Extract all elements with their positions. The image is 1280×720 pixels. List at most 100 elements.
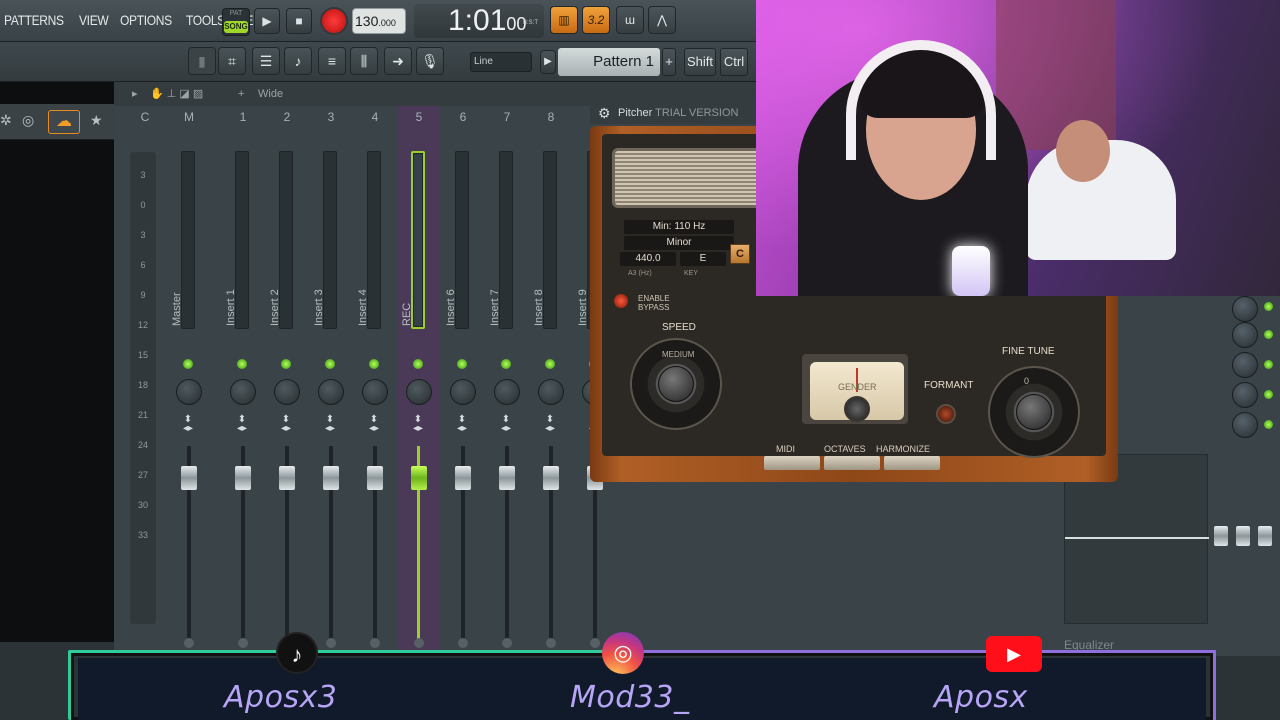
send-knob[interactable] xyxy=(1232,382,1258,408)
send-knob[interactable] xyxy=(1232,352,1258,378)
mixer-strip-insert-5[interactable]: 5 REC ⬍ ◂▸ xyxy=(398,106,440,652)
gender-knob[interactable] xyxy=(844,396,870,422)
strip-stereo-arrows-icon[interactable]: ⬍◂▸ xyxy=(542,415,558,434)
strip-enable-led[interactable] xyxy=(501,359,511,369)
strip-pan-knob[interactable] xyxy=(450,379,476,405)
pattern-selector[interactable]: Pattern 1 xyxy=(558,48,660,76)
recording-button[interactable]: 🎙 xyxy=(416,47,444,75)
wait-input-button[interactable]: ⋀ xyxy=(648,6,676,34)
mixer-strip-insert-3[interactable]: 3 Insert 3 ⬍ ◂▸ xyxy=(310,106,352,652)
min-frequency-field[interactable]: Min: 110 Hz xyxy=(624,220,734,234)
send-knob[interactable] xyxy=(1232,412,1258,438)
formant-knob[interactable] xyxy=(936,404,956,424)
strip-enable-led[interactable] xyxy=(545,359,555,369)
midi-switch[interactable] xyxy=(764,456,820,470)
strip-route-button[interactable] xyxy=(458,638,468,648)
draw-mode-select[interactable]: Line xyxy=(470,52,532,72)
send-knob[interactable] xyxy=(1232,322,1258,348)
menu-patterns[interactable]: PATTERNS xyxy=(4,12,64,28)
strip-name[interactable]: Master xyxy=(171,292,183,326)
strip-pan-knob[interactable] xyxy=(176,379,202,405)
strip-route-button[interactable] xyxy=(238,638,248,648)
strip-enable-led[interactable] xyxy=(281,359,291,369)
template-button[interactable]: ▮ xyxy=(188,47,216,75)
snap-button[interactable]: ⌗ xyxy=(218,47,246,75)
shift-button[interactable]: Shift xyxy=(684,48,716,76)
mixer-strip-master[interactable]: M Master ⬍ ◂▸ xyxy=(168,106,210,652)
strip-stereo-arrows-icon[interactable]: ⬍◂▸ xyxy=(454,415,470,434)
strip-volume-fader[interactable] xyxy=(499,466,515,490)
eq-band-fader[interactable] xyxy=(1236,526,1250,546)
speed-knob[interactable]: MEDIUM xyxy=(630,338,722,430)
strip-pan-knob[interactable] xyxy=(538,379,564,405)
strip-enable-led[interactable] xyxy=(369,359,379,369)
key-select[interactable]: E xyxy=(680,252,726,266)
eq-band-fader[interactable] xyxy=(1258,526,1272,546)
arrow-right-icon[interactable]: ▸ xyxy=(132,82,138,106)
strip-volume-fader[interactable] xyxy=(367,466,383,490)
mixer-strip-insert-6[interactable]: 6 Insert 6 ⬍ ◂▸ xyxy=(442,106,484,652)
strip-enable-led[interactable] xyxy=(183,359,193,369)
strip-route-button[interactable] xyxy=(184,638,194,648)
strip-stereo-arrows-icon[interactable]: ⬍◂▸ xyxy=(278,415,294,434)
eq-band-fader[interactable] xyxy=(1214,526,1228,546)
strip-stereo-arrows-icon[interactable]: ⬍◂▸ xyxy=(234,415,250,434)
mixer-view-mode[interactable]: Wide xyxy=(258,82,283,106)
strip-name[interactable]: Insert 8 xyxy=(533,289,545,326)
strip-name[interactable]: Insert 3 xyxy=(313,289,325,326)
strip-route-button[interactable] xyxy=(370,638,380,648)
strip-pan-knob[interactable] xyxy=(406,379,432,405)
fine-tune-knob[interactable]: 0 xyxy=(988,366,1080,458)
strip-enable-led[interactable] xyxy=(413,359,423,369)
send-knob[interactable] xyxy=(1232,296,1258,322)
channel-rack-button[interactable]: ≡ xyxy=(318,47,346,75)
playlist-button[interactable]: ☰ xyxy=(252,47,280,75)
stop-button[interactable]: ■ xyxy=(286,8,312,34)
strip-volume-fader[interactable] xyxy=(411,466,427,490)
strip-enable-led[interactable] xyxy=(457,359,467,369)
cloud-tab[interactable]: ☁ xyxy=(48,110,80,134)
typing-keyboard-button[interactable]: ▥ xyxy=(550,6,578,34)
mixer-strip-insert-1[interactable]: 1 Insert 1 ⬍ ◂▸ xyxy=(222,106,264,652)
strip-volume-fader[interactable] xyxy=(323,466,339,490)
countdown-button[interactable]: 3.2 xyxy=(582,6,610,34)
octaves-switch[interactable] xyxy=(824,456,880,470)
pat-song-toggle[interactable]: PAT SONG xyxy=(222,8,250,36)
strip-stereo-arrows-icon[interactable]: ⬍◂▸ xyxy=(180,415,196,434)
settings-icon[interactable]: ✲ xyxy=(0,112,12,129)
strip-volume-fader[interactable] xyxy=(181,466,197,490)
strip-stereo-arrows-icon[interactable]: ⬍◂▸ xyxy=(322,415,338,434)
plugin-title-bar[interactable]: ⚙ Pitcher TRIAL VERSION xyxy=(590,102,760,124)
mixer-strip-insert-7[interactable]: 7 Insert 7 ⬍ ◂▸ xyxy=(486,106,528,652)
a3-frequency-field[interactable]: 440.0 xyxy=(620,252,676,266)
strip-stereo-arrows-icon[interactable]: ⬍◂▸ xyxy=(366,415,382,434)
strip-pan-knob[interactable] xyxy=(494,379,520,405)
strip-route-button[interactable] xyxy=(546,638,556,648)
strip-enable-led[interactable] xyxy=(237,359,247,369)
strip-pan-knob[interactable] xyxy=(230,379,256,405)
record-button[interactable] xyxy=(320,7,348,35)
strip-volume-fader[interactable] xyxy=(279,466,295,490)
strip-stereo-arrows-icon[interactable]: ⬍◂▸ xyxy=(498,415,514,434)
menu-tools[interactable]: TOOLS xyxy=(186,12,225,28)
tempo-display[interactable]: 130.000 xyxy=(352,8,406,34)
mixer-strip-insert-2[interactable]: 2 Insert 2 ⬍ ◂▸ xyxy=(266,106,308,652)
strip-stereo-arrows-icon[interactable]: ⬍◂▸ xyxy=(410,415,426,434)
strip-route-button[interactable] xyxy=(326,638,336,648)
strip-name[interactable]: REC xyxy=(401,303,413,326)
enable-bypass-led[interactable] xyxy=(614,294,628,308)
note-c-button[interactable]: C xyxy=(730,244,750,264)
add-track-button[interactable]: + xyxy=(238,82,244,106)
strip-name[interactable]: Insert 7 xyxy=(489,289,501,326)
strip-name[interactable]: Insert 1 xyxy=(225,289,237,326)
harmonize-switch[interactable] xyxy=(884,456,940,470)
strip-pan-knob[interactable] xyxy=(362,379,388,405)
add-pattern-button[interactable]: + xyxy=(662,48,676,76)
mixer-button[interactable]: ⫼ xyxy=(350,47,378,75)
strip-name[interactable]: Insert 2 xyxy=(269,289,281,326)
strip-name[interactable]: Insert 9 xyxy=(577,289,589,326)
browser-button[interactable]: ➜ xyxy=(384,47,412,75)
play-button[interactable]: ▶ xyxy=(254,8,280,34)
strip-enable-led[interactable] xyxy=(325,359,335,369)
strip-name[interactable]: Insert 4 xyxy=(357,289,369,326)
